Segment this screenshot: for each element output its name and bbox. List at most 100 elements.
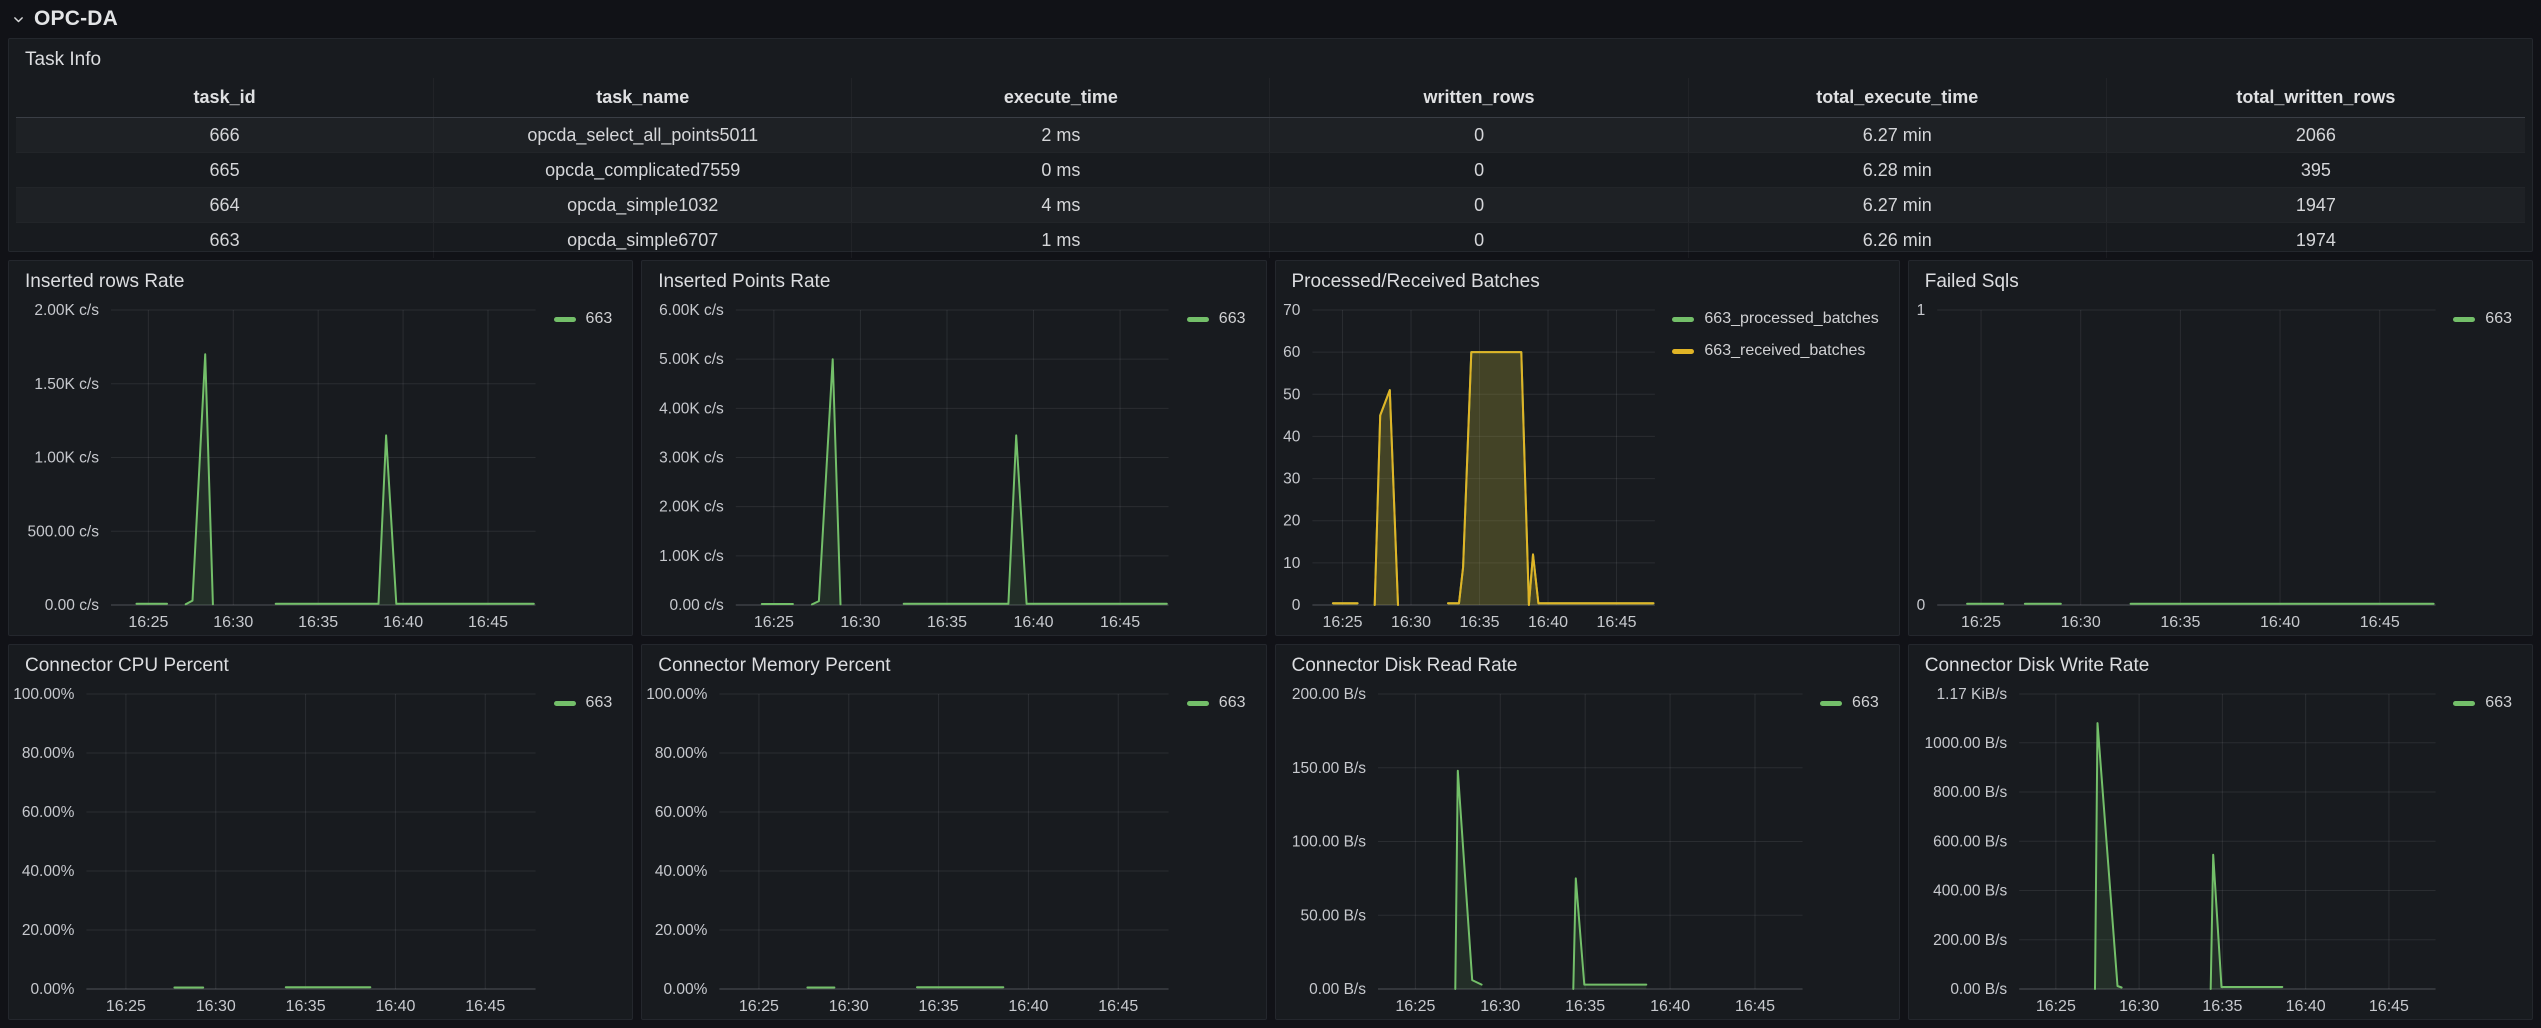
legend-item[interactable]: 663_received_batches [1672,342,1878,360]
svg-text:0.00 B/s: 0.00 B/s [1309,981,1366,998]
legend-series-color-icon [1186,316,1209,322]
table-cell: 1947 [2295,194,2336,215]
legend-series-label: 663 [585,310,613,327]
column-header-execute_time[interactable]: execute_time [852,78,1271,117]
svg-text:3.00K c/s: 3.00K c/s [659,450,724,467]
chart-body: 16:25 16:30 16:35 16:40 16:45 0.00 c/s 500.00 … [9,298,632,635]
svg-text:16:40: 16:40 [383,614,423,631]
panel-title[interactable]: Failed Sqls [1909,261,2532,298]
svg-text:16:45: 16:45 [2369,998,2409,1015]
svg-text:16:45: 16:45 [1734,998,1774,1015]
panel-title[interactable]: Connector Disk Read Rate [1276,645,1899,682]
panel-title[interactable]: Connector Memory Percent [642,645,1265,682]
table-row: 665 opcda_complicated7559 0 ms 0 6.28 min 395 [16,153,2525,188]
chart-body: 16:25 16:30 16:35 16:40 16:45 0.00 B/s 200.00 … [1909,682,2532,1019]
table-cell: 1 ms [852,223,1271,258]
table-header-row: task_id task_name execute_time written_rows… [16,78,2525,118]
svg-text:0: 0 [1916,597,1925,614]
svg-text:1.50K c/s: 1.50K c/s [34,376,99,393]
legend-item[interactable]: 663 [553,310,613,328]
panel-title[interactable]: Inserted Points Rate [642,261,1265,298]
panel-title[interactable]: Inserted rows Rate [9,261,632,298]
legend-series-color-icon [1672,348,1695,354]
svg-text:60.00%: 60.00% [22,804,75,821]
svg-text:1000.00 B/s: 1000.00 B/s [1924,735,2007,752]
chart-body: 16:25 16:30 16:35 16:40 16:45 0 1 663 [1909,298,2532,635]
svg-text:16:30: 16:30 [1480,998,1520,1015]
chart-canvas[interactable]: 16:25 16:30 16:35 16:40 16:45 0.00% 20.00% 40.0… [642,682,1181,1019]
legend-item[interactable]: 663 [2453,694,2512,712]
legend-series-label: 663 [1218,694,1246,711]
legend-item[interactable]: 663 [2453,310,2512,328]
legend-item[interactable]: 663 [1820,694,1879,712]
table-cell: 0 [1270,118,1689,152]
svg-text:16:30: 16:30 [196,998,236,1015]
legend-series-color-icon [2453,700,2476,706]
svg-text:16:30: 16:30 [829,998,869,1015]
svg-text:0.00 c/s: 0.00 c/s [670,597,725,614]
svg-text:16:40: 16:40 [1014,614,1054,631]
svg-text:800.00 B/s: 800.00 B/s [1933,784,2007,801]
chart-canvas[interactable]: 16:25 16:30 16:35 16:40 16:45 0 10 20 30 40 50 60 70 [1276,298,1667,635]
svg-text:16:35: 16:35 [2160,614,2200,631]
chart-canvas[interactable]: 16:25 16:30 16:35 16:40 16:45 0.00 B/s 200.00 … [1909,682,2448,1019]
svg-text:100.00%: 100.00% [646,686,707,703]
column-header-task_name[interactable]: task_name [434,78,853,117]
legend: 663 [1181,682,1266,1019]
chart-canvas[interactable]: 16:25 16:30 16:35 16:40 16:45 0 1 [1909,298,2448,635]
chevron-down-icon [12,13,25,26]
legend-item[interactable]: 663 [553,694,612,712]
svg-text:50: 50 [1283,386,1301,403]
legend-item[interactable]: 663_processed_batches [1672,310,1879,328]
legend-item[interactable]: 663 [1186,694,1246,712]
legend-series-color-icon [553,316,576,322]
legend: 663 [548,682,633,1019]
svg-text:16:30: 16:30 [213,614,253,631]
table-cell: opcda_simple1032 [434,188,853,222]
panel-title[interactable]: Processed/Received Batches [1276,261,1899,298]
svg-text:100.00%: 100.00% [13,686,74,703]
chart-canvas[interactable]: 16:25 16:30 16:35 16:40 16:45 0.00 c/s 1.00K c… [642,298,1181,635]
legend-series-label: 663 [2485,694,2512,711]
table-cell: 1974 [2295,230,2336,250]
svg-text:0.00%: 0.00% [664,981,708,998]
svg-text:500.00 c/s: 500.00 c/s [27,523,99,540]
svg-text:16:30: 16:30 [2119,998,2159,1015]
svg-text:4.00K c/s: 4.00K c/s [659,400,724,417]
svg-text:20.00%: 20.00% [22,922,75,939]
chart-canvas[interactable]: 16:25 16:30 16:35 16:40 16:45 0.00% 20.00% 40.0… [9,682,548,1019]
svg-text:16:45: 16:45 [465,998,505,1015]
chart-body: 16:25 16:30 16:35 16:40 16:45 0 10 20 30 40 50 60 70… [1276,298,1899,635]
table-row: 663 opcda_simple6707 1 ms 0 6.26 min 1974 [16,223,2525,258]
task-table: task_id task_name execute_time written_rows… [9,76,2532,258]
svg-text:60.00%: 60.00% [655,804,708,821]
svg-text:16:25: 16:25 [128,614,168,631]
charts-grid: Inserted rows Rate 16:25 16:30 16:35 16:40 1… [8,260,2533,1020]
svg-text:40.00%: 40.00% [655,863,708,880]
svg-text:200.00 B/s: 200.00 B/s [1933,932,2007,949]
panel-title[interactable]: Connector Disk Write Rate [1909,645,2532,682]
svg-text:20: 20 [1283,513,1301,530]
table-cell: 665 [16,153,435,187]
column-header-total_execute_time[interactable]: total_execute_time [1689,78,2107,117]
column-header-written_rows[interactable]: written_rows [1270,78,1689,117]
column-header-total_written_rows[interactable]: total_written_rows [2107,78,2525,117]
legend: 663_processed_batches 663_received_batche… [1666,298,1898,635]
column-header-task_id[interactable]: task_id [16,78,435,117]
panel-title[interactable]: Connector CPU Percent [9,645,632,682]
legend-item[interactable]: 663 [1186,310,1246,328]
table-cell: 2066 [2295,124,2336,145]
chart-canvas[interactable]: 16:25 16:30 16:35 16:40 16:45 0.00 B/s 50.00 B… [1276,682,1815,1019]
svg-text:16:35: 16:35 [927,614,967,631]
svg-text:16:45: 16:45 [1100,614,1140,631]
svg-text:16:35: 16:35 [919,998,959,1015]
legend-series-label: 663_processed_batches [1704,310,1879,327]
row-header-opc-da[interactable]: OPC-DA [8,5,2533,33]
table-row: 664 opcda_simple1032 4 ms 0 6.27 min 1947 [16,188,2525,223]
svg-text:16:35: 16:35 [286,998,326,1015]
table-cell: 6.27 min [1689,188,2107,222]
svg-text:16:25: 16:25 [754,614,794,631]
panel-title-task-info[interactable]: Task Info [9,39,2532,76]
chart-canvas[interactable]: 16:25 16:30 16:35 16:40 16:45 0.00 c/s 500.00 … [9,298,548,635]
series-line [274,434,535,605]
